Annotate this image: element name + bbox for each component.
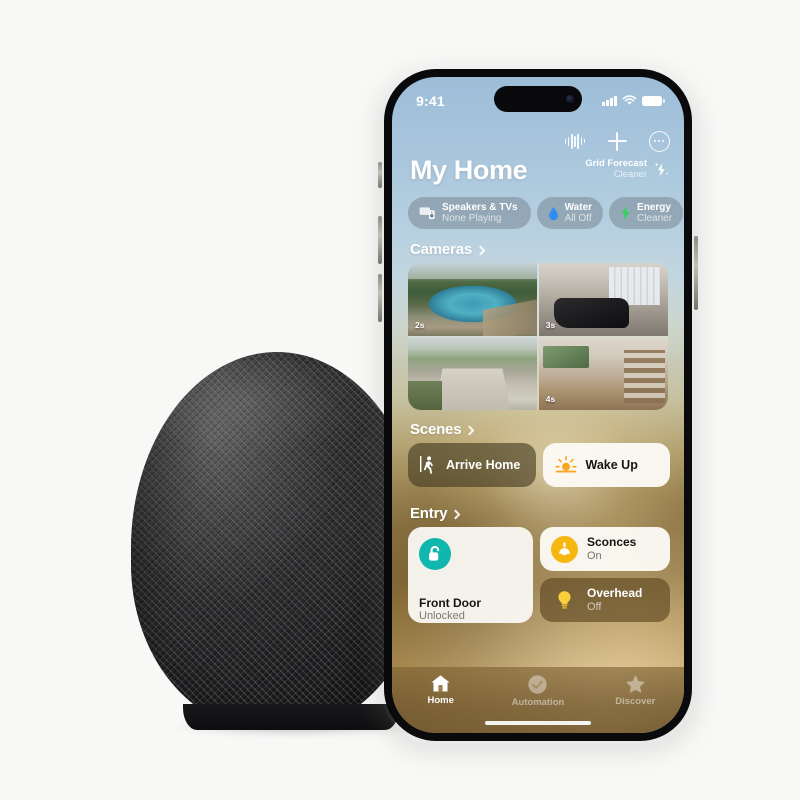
front-camera-icon [566,95,574,103]
check-circle-icon [528,675,548,694]
sparkle-bolt-icon [652,161,670,179]
star-icon [625,675,645,694]
grid-forecast-widget[interactable]: Grid Forecast Cleaner [585,158,670,184]
pill-water-title: Water [564,201,593,213]
chevron-right-icon [475,245,486,255]
camera-timestamp: 3s [545,319,556,330]
phone-screen: 9:41 My Home Grid Forecast Cleaner Speak… [392,77,684,733]
speaker-tv-icon [419,207,435,220]
home-indicator[interactable] [485,720,591,725]
tab-label: Discover [615,696,656,707]
pill-energy[interactable]: Energy Cleaner [609,197,684,229]
sconce-lamp-icon [551,535,578,563]
camera-timestamp: 4s [545,394,556,404]
sunrise-icon [554,456,577,473]
accessory-status: Off [587,600,602,613]
home-title-row: My Home Grid Forecast Cleaner [410,157,670,184]
wifi-icon [622,95,637,105]
entry-accessories: Sconces On Overhead Off [540,527,670,623]
tab-automation[interactable]: Automation [501,674,575,708]
homepod-base [183,704,399,730]
cameras-grid: 2s 3s 1s 4s [408,263,668,410]
home-app: My Home Grid Forecast Cleaner Speakers &… [392,121,684,733]
status-bar-time: 9:41 [416,92,445,109]
battery-icon [642,95,665,106]
status-bar-indicators [602,95,665,106]
pill-energy-title: Energy [637,201,671,213]
camera-tile[interactable]: 4s [538,337,668,410]
water-drop-icon [548,206,558,220]
page-title: My Home [410,155,528,185]
chevron-right-icon [450,509,461,519]
scene-wake-up[interactable]: Wake Up [542,443,670,487]
grid-forecast-status: Cleaner [613,169,647,181]
entry-section-header[interactable]: Entry [410,505,461,522]
cameras-section-header[interactable]: Cameras [410,241,486,258]
home-app-toolbar [564,130,670,152]
accessory-overhead[interactable]: Overhead Off [540,578,670,622]
energy-bolt-icon [621,205,630,221]
tab-label: Home [427,695,454,706]
pill-speakers-subtitle: None Playing [442,213,502,224]
power-button[interactable] [694,236,698,310]
light-bulb-icon [551,587,578,614]
signal-bars-icon [602,95,617,106]
cameras-heading-label: Cameras [410,241,472,258]
scene-canvas: 9:41 My Home Grid Forecast Cleaner Speak… [0,0,800,800]
accessory-name: Overhead [587,586,643,601]
camera-tile[interactable]: 1s [408,337,538,410]
accessory-front-door[interactable]: Front Door Unlocked [408,527,533,623]
entry-heading-label: Entry [410,505,448,522]
pill-water[interactable]: Water All Off [536,197,604,229]
scenes-row: Arrive Home Wake Up [408,443,670,487]
more-ellipsis-icon[interactable] [648,130,670,152]
dynamic-island[interactable] [494,86,582,112]
accessory-name: Sconces [587,535,637,550]
action-button[interactable] [378,162,382,188]
volume-up-button[interactable] [378,216,382,264]
camera-tile[interactable]: 3s [538,263,668,336]
camera-timestamp: 2s [415,319,425,330]
pill-speakers-title: Speakers & TVs [442,201,518,213]
chevron-right-icon [464,425,475,435]
entry-row: Front Door Unlocked Sconces On Overhead … [408,527,670,623]
tab-home[interactable]: Home [404,674,478,706]
volume-down-button[interactable] [378,274,382,322]
scene-label: Wake Up [585,458,638,472]
pill-water-subtitle: All Off [564,213,592,224]
pill-energy-subtitle: Cleaner [637,213,673,224]
tab-discover[interactable]: Discover [598,674,672,707]
unlocked-padlock-icon [419,538,451,570]
status-pills: Speakers & TVs None Playing Water All Of… [408,197,684,229]
scene-label: Arrive Home [446,458,521,472]
accessory-name: Front Door [419,596,481,610]
tab-label: Automation [511,697,565,708]
camera-tile[interactable]: 2s [408,263,538,336]
plus-icon[interactable] [606,130,628,152]
scenes-section-header[interactable]: Scenes [410,421,475,438]
person-walking-icon [420,455,434,474]
camera-timestamp: 1s [415,394,425,404]
accessory-status: Unlocked [419,610,465,622]
scenes-heading-label: Scenes [410,421,462,438]
tab-bar: Home Automation Discover [392,667,684,733]
iphone-device: 9:41 My Home Grid Forecast Cleaner Speak… [375,66,701,754]
house-icon [431,675,450,692]
accessory-sconces[interactable]: Sconces On [540,527,670,571]
audio-waveform-icon[interactable] [564,130,586,152]
homepod-top-highlight [154,359,377,458]
accessory-status: On [587,549,602,562]
pill-speakers-and-tvs[interactable]: Speakers & TVs None Playing [408,197,531,229]
scene-arrive-home[interactable]: Arrive Home [408,443,536,487]
